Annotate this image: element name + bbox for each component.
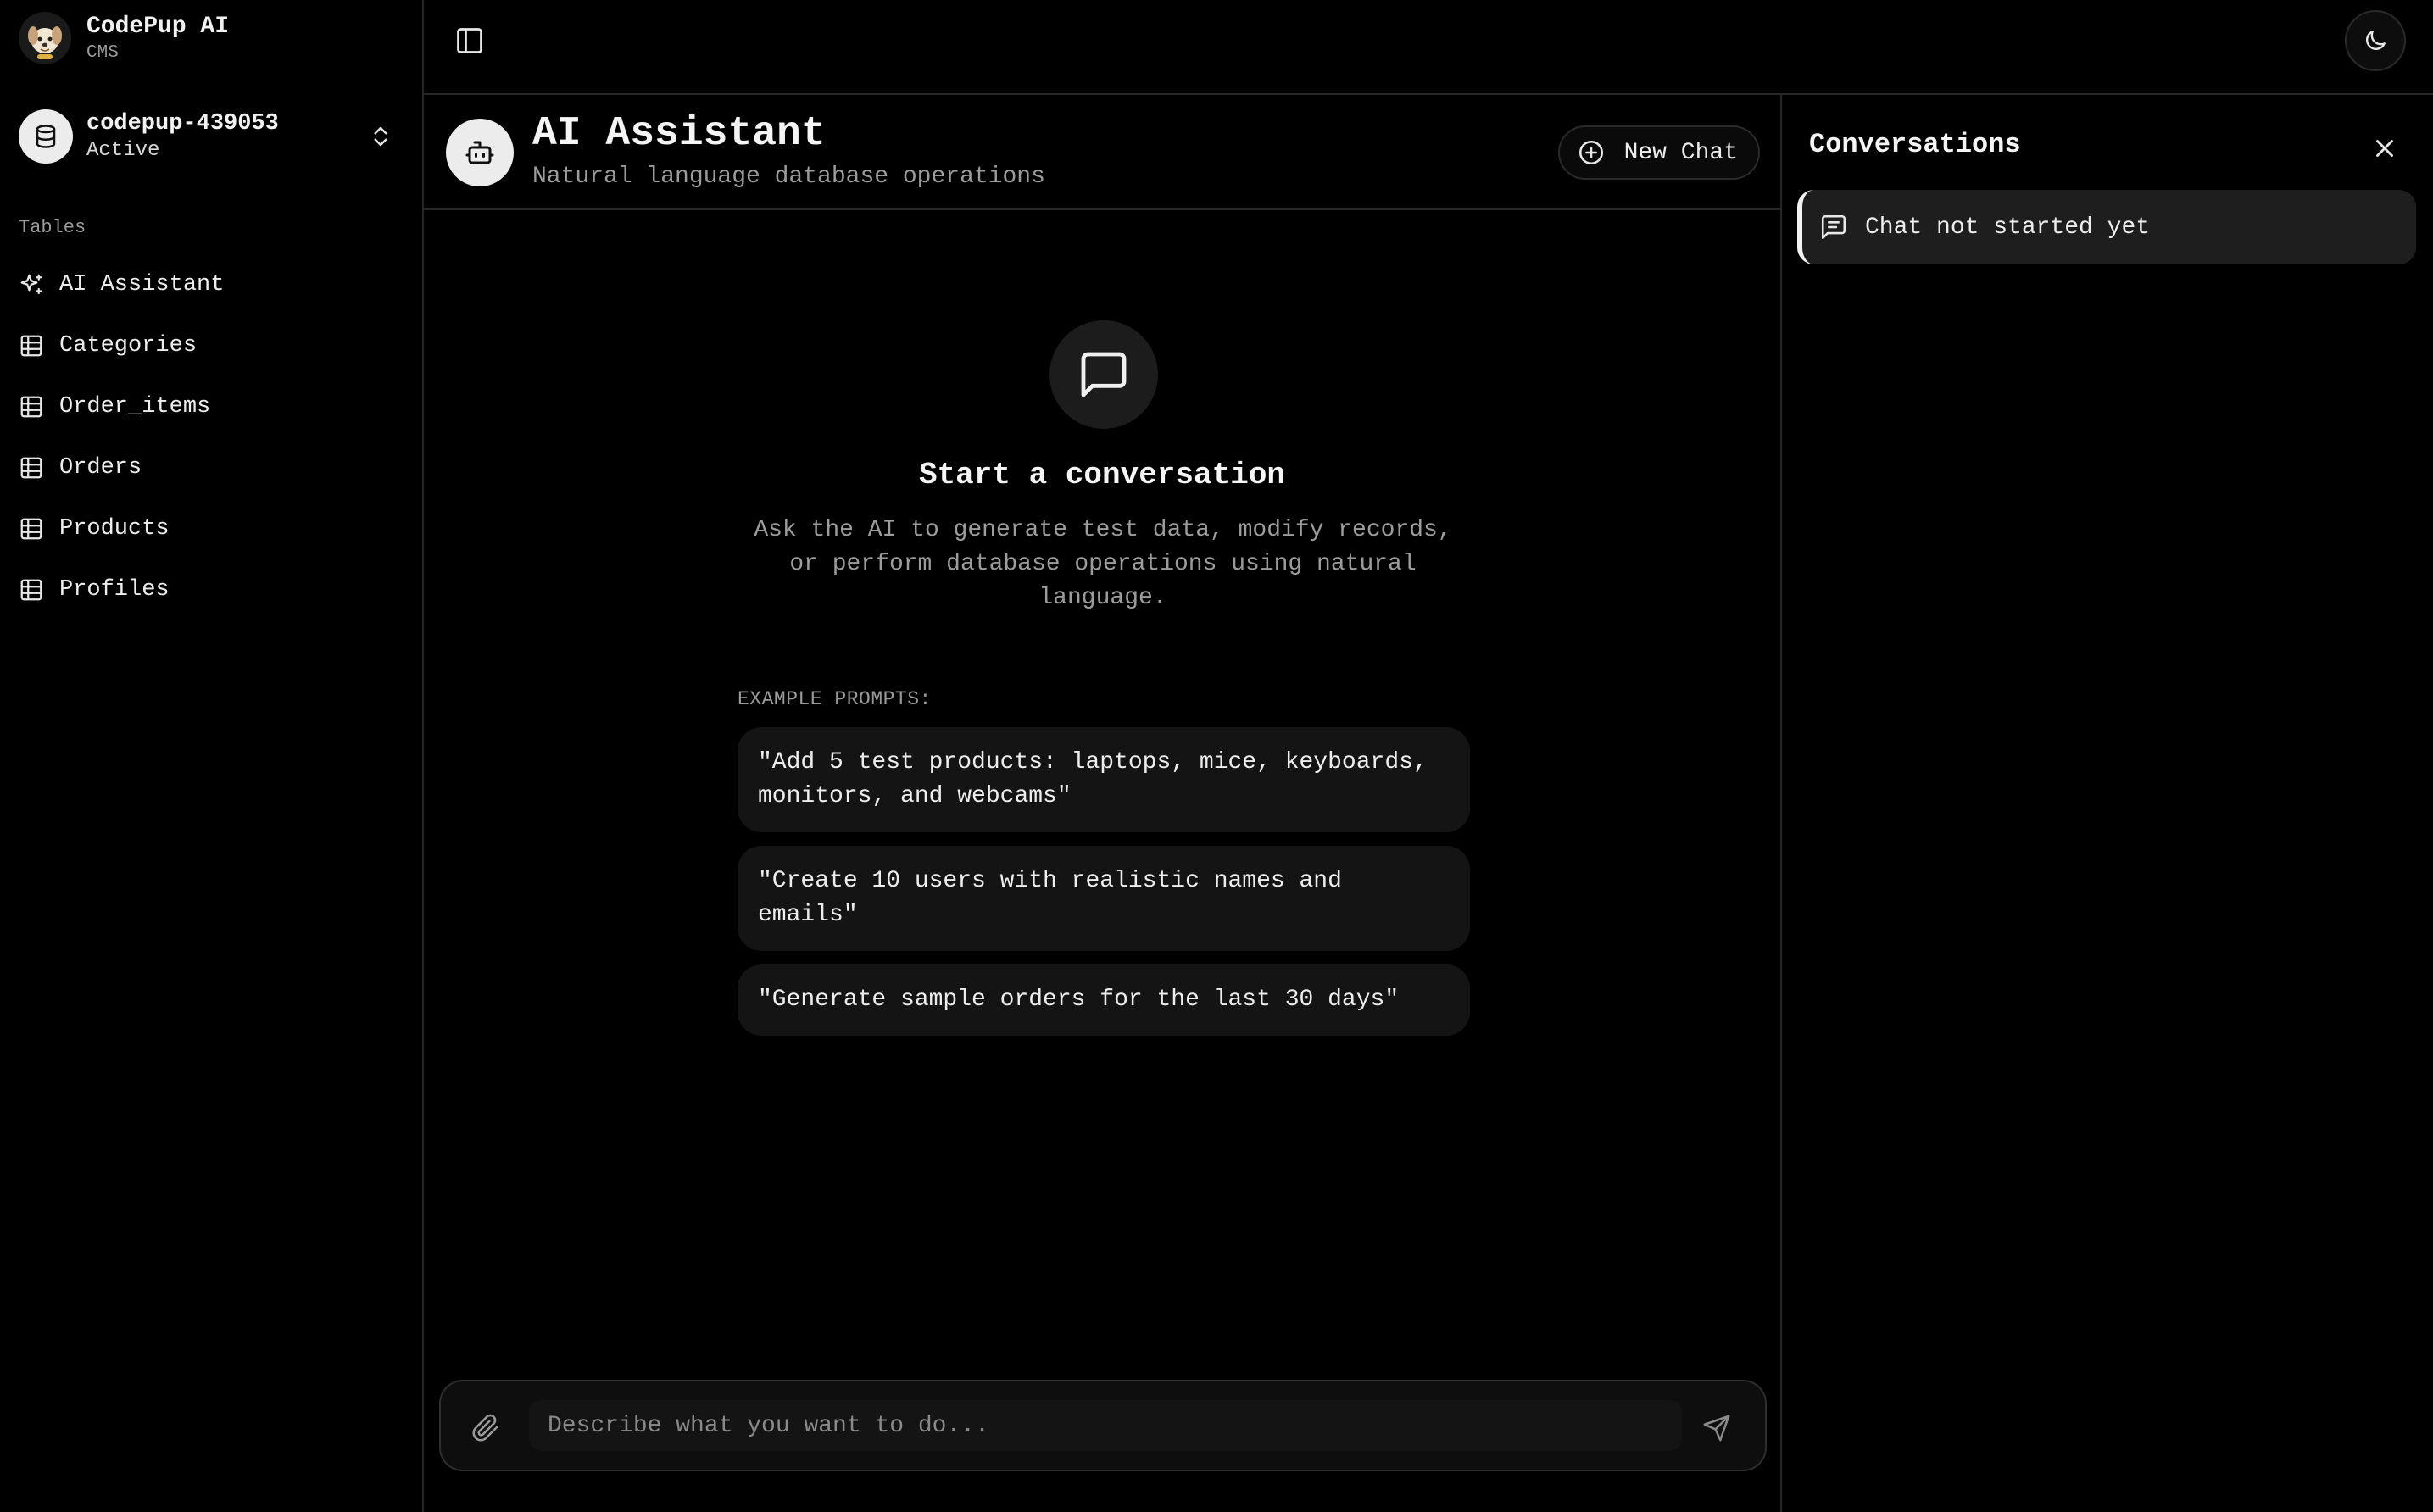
empty-state-description: Ask the AI to generate test data, modify… xyxy=(754,517,1452,611)
sidebar-item-label: Orders xyxy=(59,455,142,481)
example-prompt[interactable]: "Add 5 test products: laptops, mice, key… xyxy=(738,727,1470,832)
table-icon xyxy=(20,335,42,357)
sidebar-item-order-items[interactable]: Order_items xyxy=(0,376,422,437)
send-icon[interactable] xyxy=(1702,1414,1731,1443)
project-switcher[interactable]: codepup-439053 Active xyxy=(19,105,400,168)
sidebar-item-orders[interactable]: Orders xyxy=(0,437,422,498)
message-square-icon xyxy=(1049,320,1158,429)
project-name: codepup-439053 xyxy=(86,111,279,136)
plus-circle-icon xyxy=(1578,140,1603,165)
sidebar-item-categories[interactable]: Categories xyxy=(0,315,422,376)
conversation-item[interactable]: Chat not started yet xyxy=(1797,190,2416,264)
top-bar xyxy=(424,0,2433,95)
sidebar-item-profiles[interactable]: Profiles xyxy=(0,559,422,620)
project-status: Active xyxy=(86,139,160,162)
sparkles-icon xyxy=(20,274,42,295)
chevrons-up-down-icon xyxy=(374,126,387,147)
table-icon xyxy=(20,457,42,479)
empty-state-title: Start a conversation xyxy=(918,458,1286,492)
chat-header: AI Assistant Natural language database o… xyxy=(424,95,1780,210)
sidebar: CodePup AI CMS codepup-439053 Active Tab… xyxy=(0,0,424,1512)
puppy-logo-icon xyxy=(19,12,71,64)
page-subtitle: Natural language database operations xyxy=(532,164,1045,190)
example-prompts: "Add 5 test products: laptops, mice, key… xyxy=(738,727,1470,1049)
example-prompt[interactable]: "Create 10 users with realistic names an… xyxy=(738,846,1470,951)
table-icon xyxy=(20,579,42,601)
theme-toggle-button[interactable] xyxy=(2345,10,2406,71)
sidebar-item-label: Profiles xyxy=(59,577,170,603)
brand-subtitle: CMS xyxy=(86,43,119,63)
example-prompts-label: EXAMPLE PROMPTS: xyxy=(738,688,932,710)
sidebar-item-label: Products xyxy=(59,516,170,542)
sidebar-item-ai-assistant[interactable]: AI Assistant xyxy=(0,254,422,315)
paperclip-icon[interactable] xyxy=(471,1414,500,1443)
sidebar-nav: AI Assistant Categories Order_items Orde… xyxy=(0,254,422,620)
page-title: AI Assistant xyxy=(532,111,826,157)
new-chat-label: New Chat xyxy=(1623,139,1738,166)
brand[interactable]: CodePup AI CMS xyxy=(19,12,229,64)
tables-section-label: Tables xyxy=(19,217,86,238)
sidebar-item-label: Order_items xyxy=(59,394,211,420)
table-icon xyxy=(20,396,42,418)
chat-panel: AI Assistant Natural language database o… xyxy=(424,95,1782,1512)
close-icon[interactable] xyxy=(2370,134,2399,163)
example-prompt[interactable]: "Generate sample orders for the last 30 … xyxy=(738,964,1470,1036)
conversations-panel: Conversations Chat not started yet xyxy=(1784,95,2433,1512)
bot-icon xyxy=(446,119,514,186)
database-icon xyxy=(19,109,73,164)
sidebar-item-products[interactable]: Products xyxy=(0,498,422,559)
sidebar-item-label: AI Assistant xyxy=(59,272,225,297)
sidebar-item-label: Categories xyxy=(59,333,198,359)
conversation-label: Chat not started yet xyxy=(1865,214,2151,241)
new-chat-button[interactable]: New Chat xyxy=(1557,125,1760,180)
table-icon xyxy=(20,518,42,540)
brand-title: CodePup AI xyxy=(86,14,230,40)
message-input[interactable] xyxy=(529,1400,1682,1451)
message-composer xyxy=(439,1380,1767,1471)
conversations-title: Conversations xyxy=(1809,129,2021,160)
message-square-text-icon xyxy=(1821,214,1846,240)
moon-icon xyxy=(2366,31,2386,50)
panel-left-icon[interactable] xyxy=(454,25,485,56)
